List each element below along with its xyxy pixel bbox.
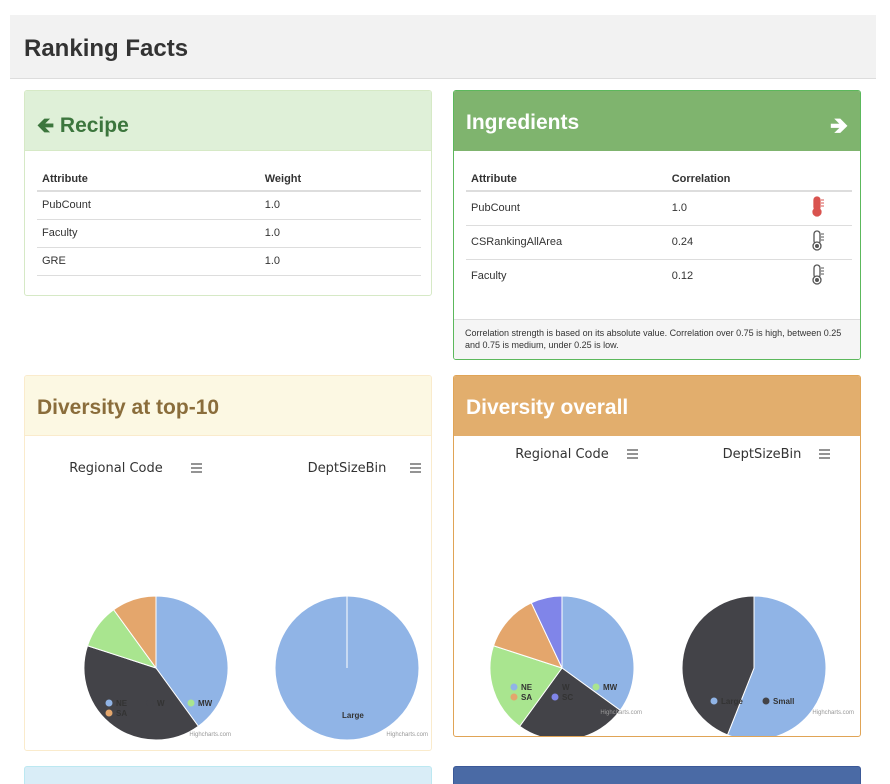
page-header: Ranking Facts xyxy=(10,15,876,79)
chart-title: Regional Code xyxy=(69,461,163,476)
legend-marker xyxy=(187,699,195,707)
regional-code-overall-chart: Regional Code NE W MW SA SC Highcharts.com xyxy=(489,447,642,736)
legend-marker xyxy=(592,683,600,691)
diversity-top10-title: Diversity at top-10 xyxy=(37,396,220,419)
thermometer-low-icon xyxy=(812,264,824,285)
legend-marker xyxy=(762,697,770,705)
legend-item: NE xyxy=(521,683,533,692)
table-row: PubCount 1.0 xyxy=(466,191,852,226)
strength-cell xyxy=(805,225,852,260)
correlation-cell: 0.24 xyxy=(666,225,806,260)
weight-cell: 1.0 xyxy=(259,219,421,248)
regional-code-top10-chart: Regional Code NE W MW SA Highcharts.com xyxy=(69,461,231,741)
diversity-top10-panel: Diversity at top-10 Regional Code NE W MW SA… xyxy=(24,375,432,751)
menu-icon[interactable] xyxy=(410,463,421,473)
table-row: Faculty 0.12 xyxy=(466,259,852,293)
strength-cell xyxy=(806,259,852,293)
deptsizebin-top10-chart: DeptSizeBin Large Highcharts.com xyxy=(274,461,428,741)
diversity-overall-panel: Diversity overall Regional Code NE W MW SA SC… xyxy=(453,375,861,737)
thermometer-high-icon xyxy=(812,196,824,217)
ingredients-panel: Ingredients 🡺 Attribute Correlation PubC… xyxy=(453,90,861,360)
legend-marker xyxy=(146,699,154,707)
attribute-cell: PubCount xyxy=(37,191,260,220)
ingredients-title: Ingredients xyxy=(466,111,580,134)
legend-item: Large xyxy=(721,697,743,706)
correlation-footnote: Correlation strength is based on its abs… xyxy=(454,319,860,359)
weight-cell: 1.0 xyxy=(259,191,421,220)
attribute-cell: PubCount xyxy=(466,191,667,226)
recipe-table: Attribute Weight PubCount 1.0 Faculty 1.0 … xyxy=(37,167,421,276)
legend-marker xyxy=(331,711,339,719)
legend-marker xyxy=(710,697,718,705)
legend-marker xyxy=(551,683,559,691)
correlation-cell: 0.12 xyxy=(671,270,694,283)
menu-icon[interactable] xyxy=(819,449,830,459)
legend-marker xyxy=(105,699,113,707)
strength-cell xyxy=(805,191,852,226)
weight-cell: 1.0 xyxy=(259,247,421,276)
legend-item: SA xyxy=(521,693,532,702)
next-panel-left xyxy=(24,766,432,784)
deptsizebin-overall-chart: DeptSizeBin Large Small Highcharts.com xyxy=(681,447,854,736)
legend-marker xyxy=(105,709,113,717)
column-header: Attribute xyxy=(466,167,667,192)
attribute-cell: CSRankingAllArea xyxy=(466,225,667,260)
column-header: Weight xyxy=(259,167,421,192)
page-title: Ranking Facts xyxy=(24,35,189,62)
highcharts-credit: Highcharts.com xyxy=(189,732,231,738)
menu-icon[interactable] xyxy=(191,463,202,473)
chart-title: DeptSizeBin xyxy=(308,461,387,476)
next-panel-right xyxy=(453,766,861,784)
diversity-top10-heading: Diversity at top-10 xyxy=(25,376,431,436)
column-header: Attribute xyxy=(37,167,260,192)
legend-item: MW xyxy=(603,683,618,692)
legend-item: Large xyxy=(342,711,364,720)
highcharts-credit: Highcharts.com xyxy=(386,732,428,738)
menu-icon[interactable] xyxy=(627,449,638,459)
ingredients-table: Attribute Correlation PubCount 1.0 CSRanki… xyxy=(466,167,852,293)
chart-title: DeptSizeBin xyxy=(723,447,802,462)
diversity-overall-title: Diversity overall xyxy=(466,396,629,419)
column-header: Correlation xyxy=(666,167,806,192)
legend-marker xyxy=(510,683,518,691)
recipe-title-text: Recipe xyxy=(59,114,129,137)
table-row: PubCount 1.0 xyxy=(37,191,421,220)
highcharts-credit: Highcharts.com xyxy=(812,710,854,716)
legend-marker xyxy=(510,693,518,701)
legend-item: SC xyxy=(562,693,573,702)
legend-item: SA xyxy=(116,709,127,718)
legend-item: W xyxy=(157,699,165,708)
correlation-cell: 1.0 xyxy=(666,191,806,226)
recipe-heading[interactable]: 🡸 Recipe xyxy=(25,91,431,151)
thermometer-low-icon xyxy=(812,229,824,251)
legend-item: NE xyxy=(116,699,128,708)
recipe-title[interactable]: 🡸 Recipe xyxy=(37,111,129,146)
table-row: GRE 1.0 xyxy=(37,247,421,276)
attribute-cell: Faculty xyxy=(471,270,507,283)
highcharts-credit: Highcharts.com xyxy=(600,710,642,716)
table-row: CSRankingAllArea 0.24 xyxy=(466,225,852,260)
arrow-left-icon[interactable]: 🡸 xyxy=(37,114,54,137)
attribute-cell: Faculty xyxy=(37,219,260,248)
legend-item: MW xyxy=(198,699,213,708)
diversity-overall-heading: Diversity overall xyxy=(454,376,860,436)
legend-marker xyxy=(551,693,559,701)
legend-item: Small xyxy=(773,697,794,706)
legend-item: W xyxy=(562,683,570,692)
arrow-right-icon[interactable]: 🡺 xyxy=(830,109,848,147)
table-row: Faculty 1.0 xyxy=(37,219,421,248)
chart-title: Regional Code xyxy=(515,447,609,462)
recipe-panel: 🡸 Recipe Attribute Weight PubCount 1.0 Fa… xyxy=(24,90,432,296)
attribute-cell: GRE xyxy=(37,247,260,276)
column-header-icon xyxy=(805,167,852,192)
ingredients-heading[interactable]: Ingredients 🡺 xyxy=(454,91,860,151)
